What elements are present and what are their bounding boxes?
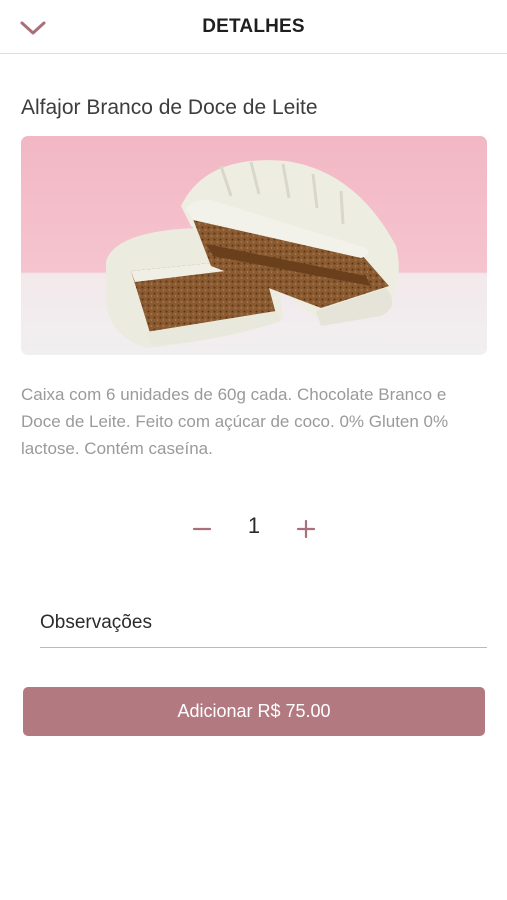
- product-title: Alfajor Branco de Doce de Leite: [21, 96, 318, 119]
- quantity-stepper: 1: [186, 505, 326, 551]
- top-bar: DETALHES: [0, 0, 507, 54]
- add-button-label: Adicionar: [177, 701, 253, 721]
- product-description: Caixa com 6 unidades de 60g cada. Chocol…: [21, 385, 449, 458]
- minus-icon: [192, 527, 212, 531]
- increase-quantity-button[interactable]: [290, 511, 322, 547]
- product-image: [21, 136, 487, 355]
- add-button-price: R$ 75.00: [257, 701, 331, 721]
- decrease-quantity-button[interactable]: [186, 511, 218, 547]
- add-to-cart-button[interactable]: Adicionar R$ 75.00: [23, 687, 485, 736]
- quantity-value: 1: [247, 513, 261, 538]
- page-title: DETALHES: [202, 16, 305, 37]
- notes-input[interactable]: [40, 598, 487, 648]
- plus-icon: [296, 519, 316, 539]
